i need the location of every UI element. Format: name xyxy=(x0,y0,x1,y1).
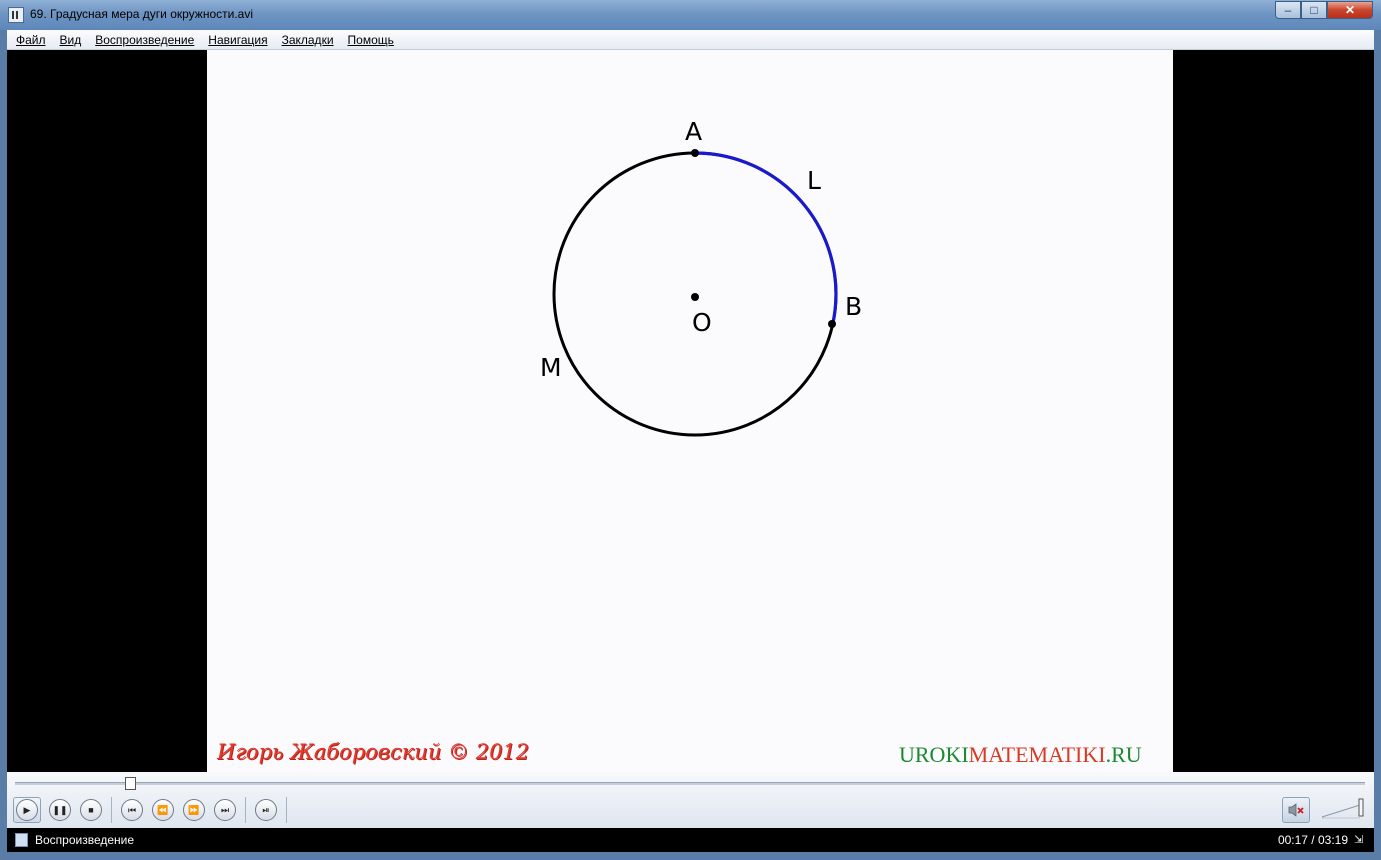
point-b xyxy=(828,320,836,328)
site-credit-part3: .RU xyxy=(1105,742,1142,767)
label-a: A xyxy=(685,117,702,146)
point-o xyxy=(691,293,699,301)
playback-controls: ▶ ❚❚ ■ ⏮ ⏪ ⏩ ⏭ ⏯ xyxy=(7,772,1374,828)
pause-button[interactable]: ❚❚ xyxy=(49,799,71,821)
menu-navigation[interactable]: Навигация xyxy=(208,33,267,47)
mute-button[interactable] xyxy=(1282,797,1310,823)
minimize-button[interactable]: – xyxy=(1275,1,1301,19)
point-a xyxy=(691,149,699,157)
label-m: M xyxy=(540,353,562,382)
menu-playback[interactable]: Воспроизведение xyxy=(95,33,194,47)
rewind-button[interactable]: ⏪ xyxy=(152,799,174,821)
window-controls: – □ ✕ xyxy=(1275,1,1373,21)
menu-help[interactable]: Помощь xyxy=(348,33,394,47)
speaker-muted-icon xyxy=(1288,803,1304,817)
separator xyxy=(286,797,287,823)
video-area[interactable]: A L B O M Игорь Жаборовский © 2012 UROKI… xyxy=(7,50,1374,772)
app-icon xyxy=(8,7,24,23)
volume-slider[interactable] xyxy=(1320,797,1366,819)
aspect-ratio-icon[interactable]: ⇲ xyxy=(1354,833,1366,847)
author-credit: Игорь Жаборовский © 2012 xyxy=(217,740,530,764)
frame-step-button[interactable]: ⏯ xyxy=(255,799,277,821)
fast-forward-button[interactable]: ⏩ xyxy=(183,799,205,821)
menu-bookmarks[interactable]: Закладки xyxy=(282,33,334,47)
status-bar: Воспроизведение 00:17 / 03:19 ⇲ xyxy=(7,828,1374,852)
control-buttons: ▶ ❚❚ ■ ⏮ ⏪ ⏩ ⏭ ⏯ xyxy=(13,796,296,824)
site-credit-part1: UROKI xyxy=(899,742,969,767)
video-frame: A L B O M Игорь Жаборовский © 2012 UROKI… xyxy=(207,50,1173,772)
maximize-button[interactable]: □ xyxy=(1301,1,1327,19)
next-button[interactable]: ⏭ xyxy=(214,799,236,821)
seek-thumb[interactable] xyxy=(125,777,136,790)
time-display: 00:17 / 03:19 xyxy=(1277,833,1348,847)
label-o: O xyxy=(692,308,712,337)
window-title: 69. Градусная мера дуги окружности.avi xyxy=(30,7,254,21)
site-credit: UROKIMATEMATIKI.RU xyxy=(899,742,1142,768)
circle-diagram: A L B O M xyxy=(540,117,862,437)
title-bar: 69. Градусная мера дуги окружности.avi –… xyxy=(0,0,1381,30)
label-b: B xyxy=(845,292,862,321)
play-button[interactable]: ▶ xyxy=(16,799,38,821)
play-button-frame[interactable]: ▶ xyxy=(13,797,41,823)
menu-view[interactable]: Вид xyxy=(60,33,82,47)
separator xyxy=(111,797,112,823)
menu-file[interactable]: Файл xyxy=(16,33,46,47)
stop-button[interactable]: ■ xyxy=(80,799,102,821)
seek-bar[interactable] xyxy=(15,782,1365,785)
status-text: Воспроизведение xyxy=(35,833,135,847)
site-credit-part2: MATEMATIKI xyxy=(968,742,1106,767)
close-button[interactable]: ✕ xyxy=(1327,1,1373,19)
media-file-icon xyxy=(15,833,28,847)
separator xyxy=(245,797,246,823)
previous-button[interactable]: ⏮ xyxy=(121,799,143,821)
menu-bar: Файл Вид Воспроизведение Навигация Закла… xyxy=(7,30,1374,50)
label-l: L xyxy=(807,166,821,195)
